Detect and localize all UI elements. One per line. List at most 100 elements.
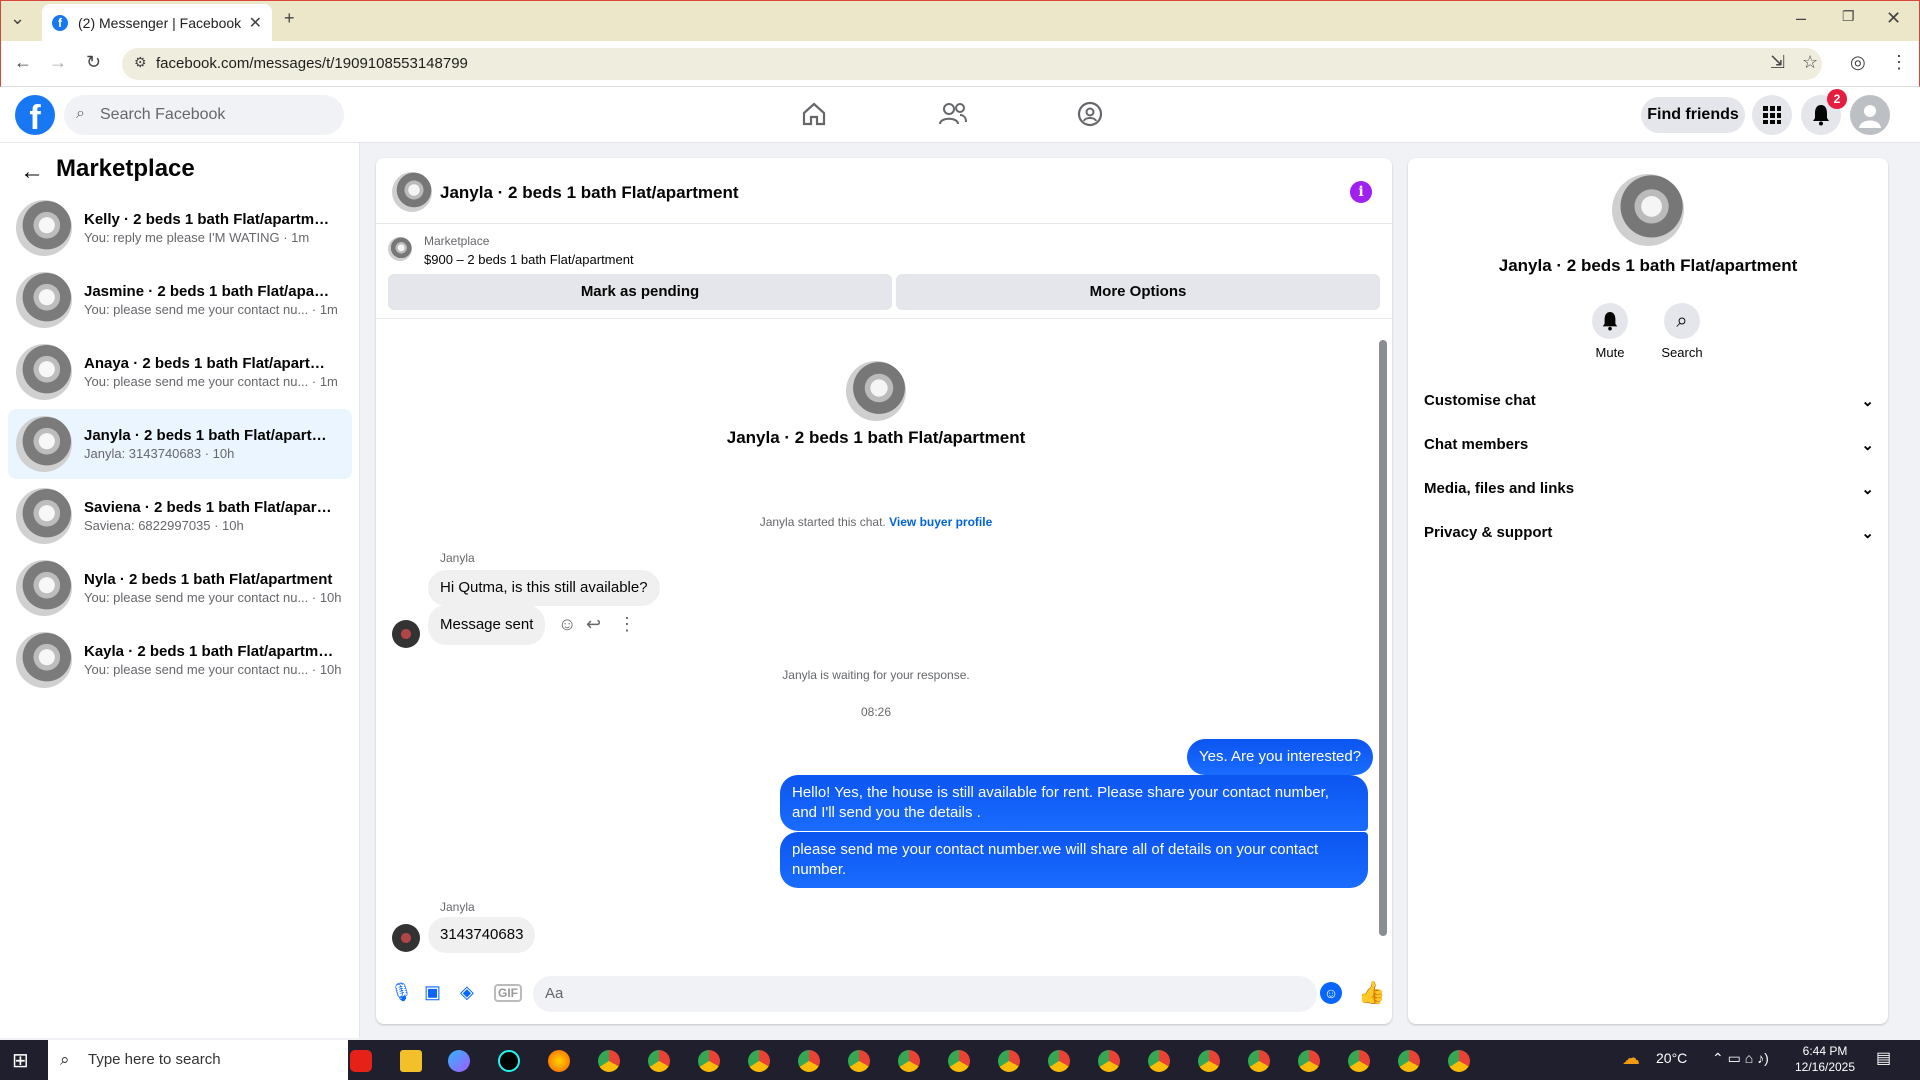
conversation-item-saviena[interactable]: Saviena · 2 beds 1 bath Flat/apart... Sav… bbox=[8, 481, 352, 551]
chrome-icon[interactable] bbox=[648, 1050, 670, 1072]
conversation-snippet: You: please send me your contact nu... ·… bbox=[84, 374, 338, 389]
conversation-item-anaya[interactable]: Anaya · 2 beds 1 bath Flat/apartm... You:… bbox=[8, 337, 352, 407]
minimize-icon[interactable]: – bbox=[1796, 8, 1806, 29]
emoji-icon[interactable]: ☺ bbox=[1320, 982, 1342, 1004]
chrome-icon[interactable] bbox=[848, 1050, 870, 1072]
chat-header-avatar[interactable] bbox=[392, 172, 432, 212]
message-input[interactable]: Aa bbox=[533, 976, 1317, 1012]
incoming-message[interactable]: Hi Qutma, is this still available? bbox=[428, 570, 660, 606]
clock[interactable]: 6:44 PM 12/16/2025 bbox=[1790, 1043, 1860, 1075]
react-smiley-icon[interactable]: ☺ bbox=[558, 614, 576, 635]
tab-list-icon[interactable]: ⌄ bbox=[10, 8, 25, 29]
facebook-search-input[interactable]: Search Facebook bbox=[64, 95, 344, 135]
info-icon[interactable]: i bbox=[1350, 181, 1372, 203]
home-icon[interactable] bbox=[800, 100, 828, 133]
chrome-icon[interactable] bbox=[598, 1050, 620, 1072]
url-field[interactable]: facebook.com/messages/t/1909108553148799 bbox=[122, 48, 1822, 80]
photo-icon[interactable]: ▣ bbox=[424, 982, 441, 1003]
site-info-icon[interactable]: ⚙ bbox=[134, 54, 147, 71]
section-label: Media, files and links bbox=[1424, 480, 1575, 497]
notification-center-icon[interactable]: ▤ bbox=[1876, 1048, 1891, 1068]
chrome-icon[interactable] bbox=[1048, 1050, 1070, 1072]
like-thumb-icon[interactable]: 👍 bbox=[1358, 980, 1385, 1006]
search-chat-icon[interactable]: ⌕ bbox=[1664, 303, 1700, 339]
clock-time: 6:44 PM bbox=[1802, 1044, 1848, 1058]
chevron-down-icon: ⌄ bbox=[1861, 437, 1874, 454]
copilot-icon[interactable] bbox=[448, 1050, 470, 1072]
restore-icon[interactable]: ❐ bbox=[1842, 8, 1855, 25]
reload-icon[interactable]: ↻ bbox=[86, 52, 101, 73]
sticker-icon[interactable]: ◈ bbox=[460, 982, 474, 1003]
windows-start-icon[interactable]: ⊞ bbox=[12, 1048, 29, 1073]
chrome-icon[interactable] bbox=[1348, 1050, 1370, 1072]
message-more-icon[interactable]: ⋮ bbox=[618, 614, 636, 635]
chrome-icon[interactable] bbox=[1198, 1050, 1220, 1072]
conversation-item-janyla[interactable]: Janyla · 2 beds 1 bath Flat/apartm... Jan… bbox=[8, 409, 352, 479]
facebook-logo[interactable]: f bbox=[15, 95, 55, 137]
mark-as-pending-button[interactable]: Mark as pending bbox=[388, 274, 892, 310]
more-options-button[interactable]: More Options bbox=[896, 274, 1380, 310]
view-buyer-profile-link[interactable]: View buyer profile bbox=[889, 515, 992, 529]
tiktok-icon[interactable] bbox=[498, 1050, 520, 1072]
outgoing-message[interactable]: Hello! Yes, the house is still available… bbox=[780, 775, 1368, 831]
chrome-icon[interactable] bbox=[798, 1050, 820, 1072]
reply-icon[interactable]: ↩ bbox=[586, 614, 601, 635]
close-window-icon[interactable]: ✕ bbox=[1886, 8, 1901, 29]
chrome-icon[interactable] bbox=[748, 1050, 770, 1072]
chevron-down-icon: ⌄ bbox=[1861, 393, 1874, 410]
youtube-icon[interactable] bbox=[350, 1050, 372, 1072]
incoming-message[interactable]: Message sent bbox=[428, 605, 546, 645]
system-tray-icons[interactable]: ⌃ ▭ ⌂ ♪) bbox=[1712, 1050, 1769, 1067]
mute-bell-icon[interactable] bbox=[1592, 303, 1628, 339]
back-icon[interactable]: ← bbox=[14, 52, 32, 73]
taskbar-search-input[interactable]: Type here to search bbox=[48, 1040, 348, 1080]
forward-icon[interactable]: → bbox=[49, 52, 67, 73]
chrome-icon[interactable] bbox=[1248, 1050, 1270, 1072]
gif-icon[interactable]: GIF bbox=[494, 984, 522, 1002]
browser-menu-icon[interactable]: ⋮ bbox=[1890, 52, 1908, 73]
conversation-item-kelly[interactable]: Kelly · 2 beds 1 bath Flat/apartment You:… bbox=[8, 193, 352, 263]
profile-icon[interactable]: ◎ bbox=[1850, 52, 1866, 73]
chrome-icon[interactable] bbox=[1448, 1050, 1470, 1072]
back-arrow-icon[interactable]: ← bbox=[20, 158, 44, 186]
chrome-icon[interactable] bbox=[898, 1050, 920, 1072]
chrome-icon[interactable] bbox=[1098, 1050, 1120, 1072]
incoming-message[interactable]: 3143740683 bbox=[428, 917, 536, 953]
notification-badge: 2 bbox=[1827, 89, 1847, 109]
section-media-files-links[interactable]: Media, files and links ⌄ bbox=[1424, 480, 1874, 498]
temperature[interactable]: 20°C bbox=[1656, 1050, 1687, 1066]
file-explorer-icon[interactable] bbox=[400, 1050, 422, 1072]
outgoing-message[interactable]: please send me your contact number.we wi… bbox=[780, 832, 1368, 888]
sender-avatar[interactable] bbox=[392, 924, 420, 952]
outgoing-message[interactable]: Yes. Are you interested? bbox=[1187, 739, 1374, 775]
chat-scrollbar[interactable] bbox=[1379, 340, 1387, 936]
chrome-icon[interactable] bbox=[1298, 1050, 1320, 1072]
chrome-icon[interactable] bbox=[698, 1050, 720, 1072]
close-tab-icon[interactable]: ✕ bbox=[249, 13, 262, 33]
conversation-item-nyla[interactable]: Nyla · 2 beds 1 bath Flat/apartment You: … bbox=[8, 553, 352, 623]
section-chat-members[interactable]: Chat members ⌄ bbox=[1424, 436, 1874, 454]
chat-header-title[interactable]: Janyla · 2 beds 1 bath Flat/apartment bbox=[440, 183, 739, 203]
menu-grid-icon[interactable] bbox=[1752, 95, 1792, 135]
conversation-item-jasmine[interactable]: Jasmine · 2 beds 1 bath Flat/apart... You… bbox=[8, 265, 352, 335]
chrome-icon[interactable] bbox=[1148, 1050, 1170, 1072]
microphone-icon[interactable]: 🎙 bbox=[390, 982, 413, 1003]
section-customise-chat[interactable]: Customise chat ⌄ bbox=[1424, 392, 1874, 410]
friends-icon[interactable] bbox=[938, 100, 968, 133]
weather-icon[interactable]: ☁ bbox=[1622, 1048, 1640, 1069]
install-app-icon[interactable]: ⇲ bbox=[1770, 52, 1785, 73]
new-tab-icon[interactable]: + bbox=[284, 8, 295, 29]
firefox-icon[interactable] bbox=[548, 1050, 570, 1072]
section-privacy-support[interactable]: Privacy & support ⌄ bbox=[1424, 524, 1874, 542]
chrome-icon[interactable] bbox=[998, 1050, 1020, 1072]
account-avatar[interactable] bbox=[1850, 95, 1890, 135]
browser-tab[interactable]: f (2) Messenger | Facebook ✕ bbox=[42, 4, 272, 41]
bookmark-star-icon[interactable]: ☆ bbox=[1802, 52, 1818, 73]
chrome-icon[interactable] bbox=[1398, 1050, 1420, 1072]
sender-avatar[interactable] bbox=[392, 620, 420, 648]
listing-price[interactable]: $900 – 2 beds 1 bath Flat/apartment bbox=[424, 252, 634, 267]
find-friends-button[interactable]: Find friends bbox=[1641, 97, 1745, 133]
chrome-icon[interactable] bbox=[948, 1050, 970, 1072]
conversation-item-kayla[interactable]: Kayla · 2 beds 1 bath Flat/apartment You:… bbox=[8, 625, 352, 695]
groups-icon[interactable] bbox=[1076, 100, 1104, 133]
